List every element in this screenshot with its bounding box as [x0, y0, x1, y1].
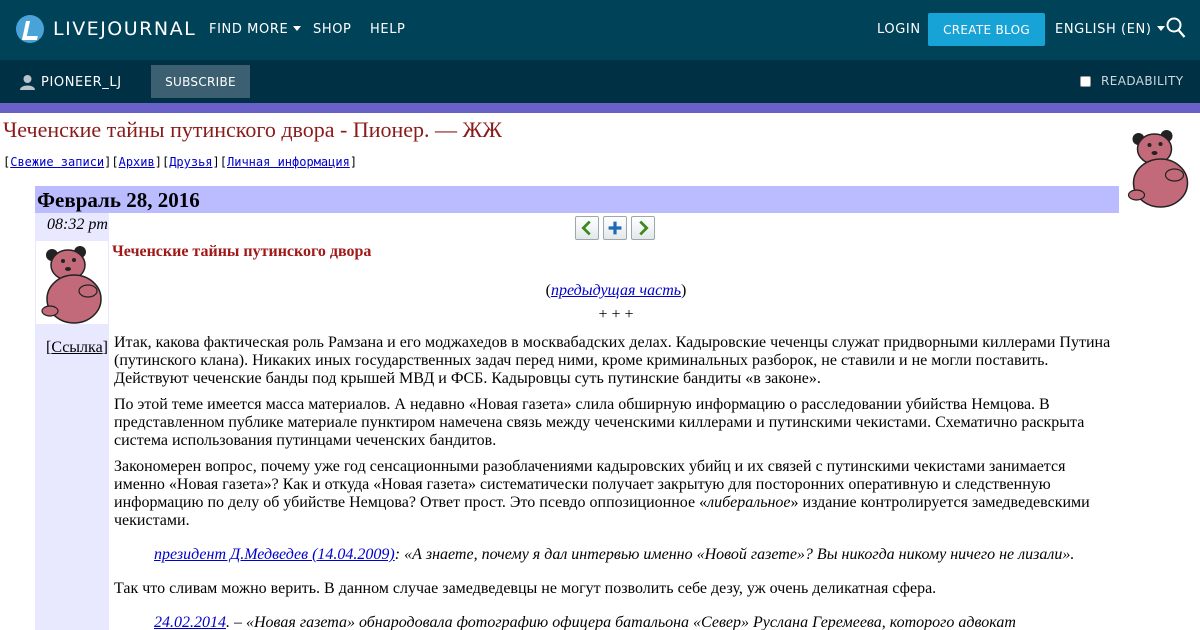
journal-nav: [Свежие записи][Архив][Друзья][Личная ин… [3, 155, 358, 169]
entry-title: Чеченские тайны путинского двора [112, 243, 372, 260]
quote-1-text: : «А знаете, почему я дал интервью именн… [394, 546, 1075, 563]
logo-text: LIVEJOURNAL [53, 18, 197, 40]
nav-find-more[interactable]: FIND MORE [209, 22, 302, 37]
subscribe-button[interactable]: SUBSCRIBE [151, 65, 250, 98]
previous-part-link[interactable]: предыдущая часть [551, 282, 681, 299]
create-blog-button[interactable]: CREATE BLOG [928, 13, 1045, 46]
entry-permalink: [Ссылка] [46, 339, 108, 356]
quote-1-link[interactable]: президент Д.Медведев (14.04.2009) [154, 546, 395, 563]
entry-quote-1: президент Д.Медведев (14.04.2009): «А зн… [154, 546, 1120, 564]
nav-help[interactable]: HELP [370, 22, 405, 37]
journal-title: Чеченские тайны путинского двора - Пионе… [3, 117, 502, 142]
entry-date: Февраль 28, 2016 [37, 188, 200, 212]
login-link[interactable]: LOGIN [877, 22, 921, 37]
site-header: LIVEJOURNAL FIND MORE SHOP HELP LOGIN CR… [0, 0, 1200, 60]
entry-navigation [575, 216, 655, 240]
user-icon [20, 75, 35, 90]
livejournal-logo[interactable]: LIVEJOURNAL [16, 15, 196, 43]
entry-paragraph-4: Так что сливам можно верить. В данном сл… [114, 580, 937, 597]
entry-separator: + + + [598, 306, 634, 323]
paragraph-3-emphasis: либеральное [707, 494, 791, 511]
nav-profile[interactable]: Личная информация [227, 155, 350, 169]
nav-find-more-label: FIND MORE [209, 22, 289, 37]
entry-time: 08:32 pm [47, 216, 108, 233]
next-entry-icon[interactable] [631, 216, 655, 240]
quote-2-link[interactable]: 24.02.2014 [154, 614, 226, 630]
nav-recent-entries[interactable]: Свежие записи [10, 155, 104, 169]
accent-stripe [0, 103, 1200, 113]
chevron-down-icon [1156, 26, 1165, 31]
entry-date-header: Февраль 28, 2016 [35, 186, 1119, 213]
entry-paragraph-1: Итак, какова фактическая роль Рамзана и … [114, 334, 1111, 387]
search-icon[interactable] [1166, 17, 1186, 39]
nav-friends[interactable]: Друзья [169, 155, 212, 169]
journal-bar: PIONEER_LJ SUBSCRIBE READABILITY [0, 60, 1200, 103]
journal-userpic[interactable] [1122, 125, 1195, 208]
journal-username: PIONEER_LJ [41, 74, 122, 90]
add-memory-icon[interactable] [603, 216, 627, 240]
entry-paragraph-3: Закономерен вопрос, почему уже год сенса… [114, 458, 1120, 530]
entry-quote-2: 24.02.2014. – «Новая газета» обнародовал… [154, 614, 1120, 630]
language-label: ENGLISH (EN) [1055, 22, 1152, 37]
previous-entry-icon[interactable] [575, 216, 599, 240]
entry-userpic[interactable] [36, 241, 108, 324]
entry-paragraph-2: По этой теме имеется масса материалов. А… [114, 396, 1085, 449]
readability-toggle[interactable]: READABILITY [1080, 74, 1183, 88]
chevron-down-icon [293, 26, 302, 31]
nav-archive[interactable]: Архив [119, 155, 155, 169]
readability-label: READABILITY [1101, 74, 1184, 88]
readability-checkbox[interactable] [1080, 75, 1091, 87]
quote-2-text: . – «Новая газета» обнародовала фотограф… [226, 614, 1016, 630]
permalink-link[interactable]: Ссылка [51, 339, 102, 356]
language-selector[interactable]: ENGLISH (EN) [1055, 22, 1165, 37]
livejournal-logo-icon [16, 15, 44, 43]
nav-shop[interactable]: SHOP [313, 22, 352, 37]
journal-user-link[interactable]: PIONEER_LJ [20, 74, 122, 90]
previous-part-line: (предыдущая часть) [545, 282, 687, 299]
